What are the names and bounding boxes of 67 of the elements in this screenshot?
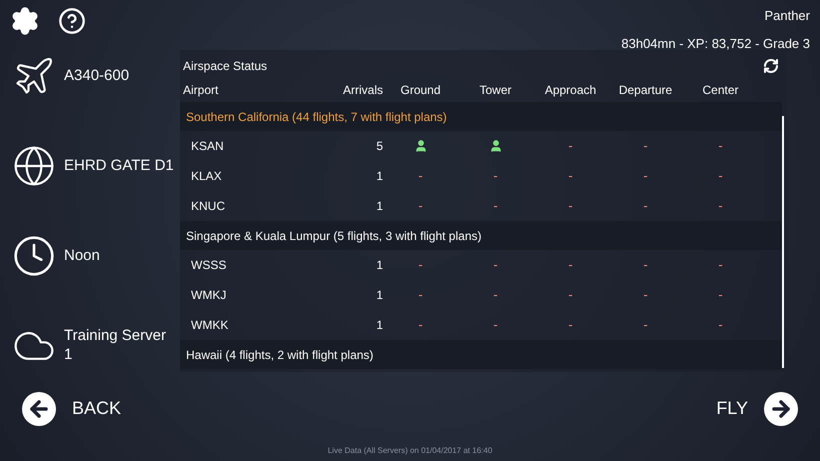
region-header[interactable]: Hawaii (4 flights, 2 with flight plans) — [180, 340, 782, 369]
status-dash: - — [418, 286, 423, 304]
status-dash: - — [568, 286, 573, 304]
controller-icon — [414, 139, 428, 153]
airport-code: KNUC — [190, 198, 226, 215]
status-dash: - — [418, 256, 423, 274]
arrivals-count: 1 — [375, 317, 383, 334]
region-header[interactable]: Southern California (44 flights, 7 with flight plans) — [180, 102, 782, 131]
back-button[interactable]: BACK — [22, 392, 122, 426]
arrivals-count: 1 — [375, 257, 383, 274]
status-dash: - — [568, 137, 573, 156]
arrivals-count: 5 — [375, 138, 383, 155]
refresh-icon[interactable] — [763, 58, 779, 74]
region-header[interactable]: Singapore & Kuala Lumpur (5 flights, 3 with flight plans) — [180, 221, 782, 250]
status-dash: - — [718, 316, 723, 334]
sidebar-item[interactable]: A340-600 — [12, 54, 176, 98]
status-dash: - — [643, 316, 648, 334]
help-icon[interactable] — [58, 7, 86, 35]
airport-code: KLAX — [190, 168, 223, 185]
scrollbar[interactable] — [782, 116, 784, 368]
airport-code: WSSS — [190, 257, 228, 274]
sidebar-item[interactable]: EHRD GATE D1 — [12, 144, 176, 188]
status-dash: - — [493, 167, 498, 186]
status-dash: - — [718, 137, 723, 156]
status-dash: - — [643, 256, 648, 274]
controller-icon — [488, 139, 502, 153]
status-dash: - — [568, 316, 573, 334]
sidebar-item[interactable]: Training Server 1 — [12, 324, 176, 368]
status-dash: - — [493, 197, 498, 216]
status-dash: - — [418, 197, 423, 216]
status-dash: - — [643, 137, 648, 156]
fly-button[interactable]: FLY — [716, 392, 798, 426]
airport-code: WMKJ — [190, 287, 228, 304]
status-dash: - — [493, 286, 498, 304]
airport-code: KSAN — [190, 138, 225, 155]
column-header: Arrivals — [342, 82, 383, 99]
status-dash: - — [718, 256, 723, 274]
sidebar-item[interactable]: Noon — [12, 234, 176, 278]
status-dash: - — [718, 286, 723, 304]
footer-status: Live Data (All Servers) on 01/04/2017 at 16:40 — [328, 445, 492, 457]
status-dash: - — [643, 197, 648, 216]
status-dash: - — [643, 167, 648, 186]
user-name: Panther — [764, 7, 810, 25]
status-dash: - — [493, 256, 498, 274]
status-dash: - — [568, 256, 573, 274]
arrivals-count: 1 — [375, 168, 383, 185]
status-dash: - — [418, 167, 423, 186]
user-stats: 83h04mn - XP: 83,752 - Grade 3 — [621, 34, 810, 52]
globe-icon — [12, 144, 56, 188]
panel-title: Airspace Status — [183, 58, 268, 75]
column-header: Ground — [399, 82, 442, 99]
status-dash: - — [568, 167, 573, 186]
arrivals-count: 1 — [375, 287, 383, 304]
airport-code: WMKK — [190, 317, 230, 334]
column-header: Departure — [618, 82, 674, 99]
status-dash: - — [568, 197, 573, 216]
status-dash: - — [643, 286, 648, 304]
column-header: Tower — [478, 82, 512, 99]
status-dash: - — [418, 316, 423, 334]
column-header: Airport — [183, 82, 220, 99]
column-header: Center — [701, 82, 740, 99]
arrivals-count: 1 — [375, 198, 383, 215]
status-dash: - — [718, 197, 723, 216]
clock-icon — [12, 234, 56, 278]
status-dash: - — [493, 316, 498, 334]
status-dash: - — [718, 167, 723, 186]
column-header: Approach — [544, 82, 598, 99]
